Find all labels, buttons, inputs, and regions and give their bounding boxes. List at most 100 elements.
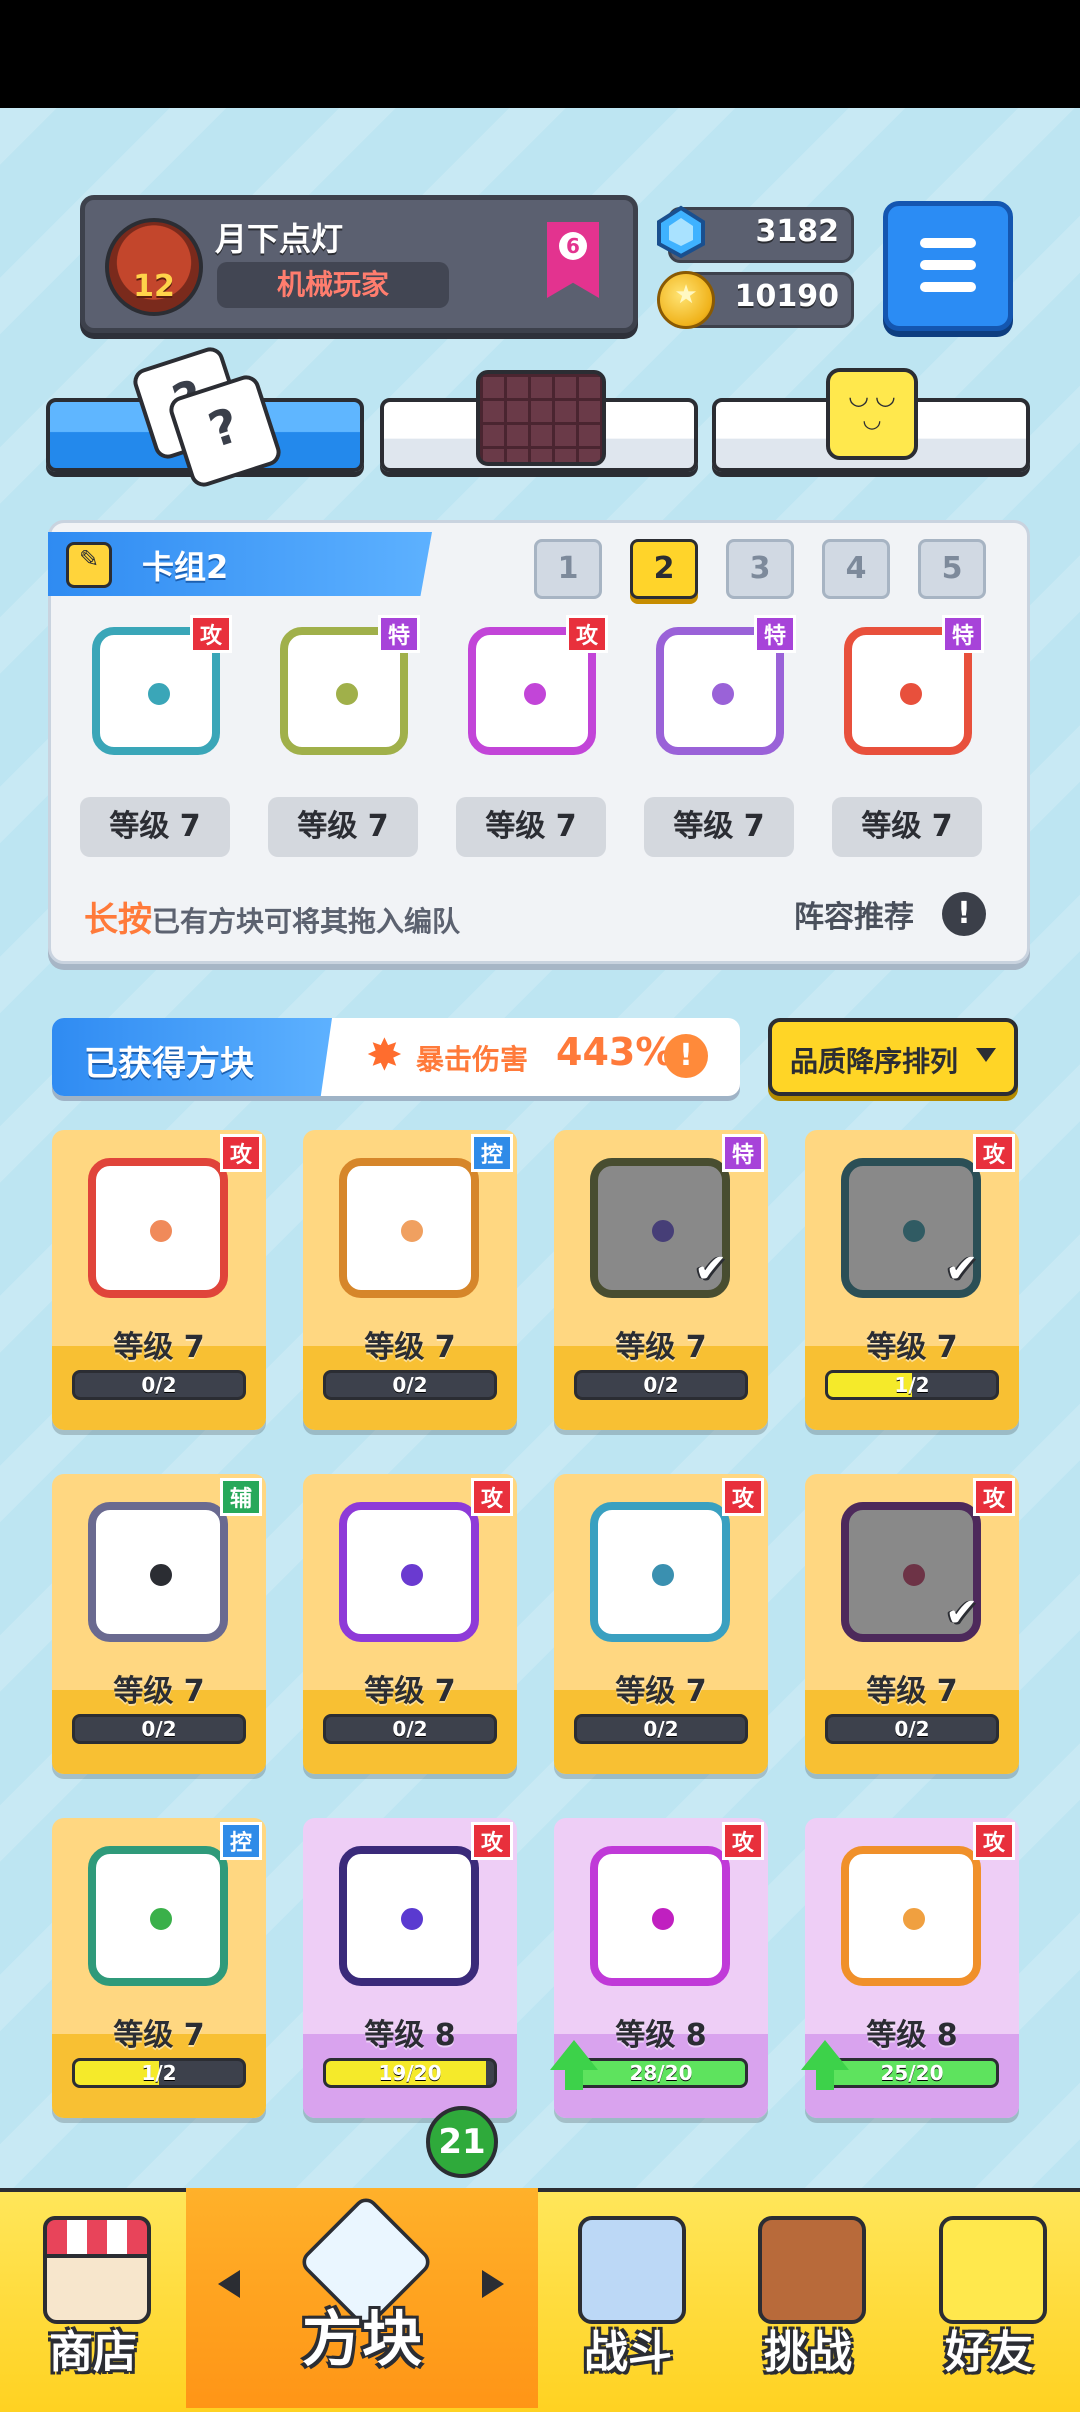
upgrade-progress-bar: 1/2 (72, 2058, 246, 2088)
hamburger-menu-icon (920, 238, 976, 248)
obtained-title: 已获得方块 (84, 1044, 254, 1084)
progress-text: 0/2 (392, 1373, 428, 1397)
player-card[interactable]: 12 月下点灯 机械玩家 6 (80, 195, 638, 333)
block-level: 等级 7 (866, 1674, 958, 1709)
hamburger-menu-icon-line (920, 282, 976, 292)
crit-info-icon[interactable]: ! (664, 1034, 708, 1078)
deck-card[interactable]: 攻 (82, 615, 232, 765)
block-pip (709, 680, 737, 708)
nav-battle-label: 战斗 (584, 2327, 672, 2378)
sort-dropdown[interactable]: 品质降序排列 (768, 1018, 1018, 1096)
deck-card[interactable]: 攻 (458, 615, 608, 765)
menu-button[interactable] (883, 201, 1013, 331)
nav-shop[interactable]: 商店 (0, 2188, 186, 2408)
deck-card[interactable]: 特 (270, 615, 420, 765)
lineup-recommend-link[interactable]: 阵容推荐 (794, 892, 914, 936)
nav-friends-label: 好友 (945, 2327, 1033, 2378)
progress-text: 0/2 (392, 1717, 428, 1741)
nav-shop-label: 商店 (49, 2327, 137, 2378)
block-card[interactable]: 控等级 7 0/2 (303, 1130, 517, 1430)
progress-text: 19/20 (378, 2061, 442, 2085)
block-frame (841, 1846, 981, 1986)
status-bar (0, 0, 1080, 108)
progress-text: 0/2 (643, 1373, 679, 1397)
block-card[interactable]: 辅等级 7 0/2 (52, 1474, 266, 1774)
nav-blocks[interactable]: 方块 (186, 2188, 538, 2408)
nav-battle[interactable]: 战斗 (538, 2188, 718, 2408)
nav-blocks-label: 方块 (302, 2305, 422, 2375)
blocks-count-badge: 21 (426, 2106, 498, 2178)
block-pip (147, 1561, 175, 1589)
rank-number: 6 (559, 232, 587, 260)
hamburger-menu-icon-line (920, 260, 976, 270)
obtained-title-bar: 已获得方块 (52, 1018, 332, 1096)
deck-tab-3[interactable]: 3 (726, 539, 794, 599)
chevron-down-icon (976, 1048, 996, 1062)
next-arrow-icon[interactable] (482, 2270, 504, 2298)
block-card[interactable]: 攻等级 7 0/2 ✔ (805, 1474, 1019, 1774)
deck-card[interactable]: 特 (834, 615, 984, 765)
deck-tab-5[interactable]: 5 (918, 539, 986, 599)
nav-friends[interactable]: 好友 (898, 2188, 1080, 2408)
block-card[interactable]: 特等级 7 0/2 ✔ (554, 1130, 768, 1430)
block-level: 等级 8 (364, 2018, 456, 2053)
upgrade-progress-bar: 0/2 (574, 1370, 748, 1400)
checkmark-icon: ✔ (694, 1246, 728, 1292)
prev-arrow-icon[interactable] (218, 2270, 240, 2298)
block-card[interactable]: 攻等级 8 19/20 (303, 1818, 517, 2118)
upgrade-progress-bar: 0/2 (72, 1370, 246, 1400)
deck-card[interactable]: 特 (646, 615, 796, 765)
friend-character-icon (939, 2216, 1047, 2324)
hint-text: 已有方块可将其拖入编队 (152, 905, 461, 938)
info-icon[interactable]: ! (942, 892, 986, 936)
block-type-tag: 攻 (973, 1822, 1015, 1860)
block-frame (590, 1502, 730, 1642)
block-type-tag: 攻 (471, 1478, 513, 1516)
block-level: 等级 7 (615, 1330, 707, 1365)
block-type-tag: 攻 (722, 1478, 764, 1516)
gem-counter[interactable]: 3182 (657, 205, 854, 263)
progress-text: 0/2 (141, 1717, 177, 1741)
block-type-tag: 攻 (973, 1134, 1015, 1172)
player-name: 月下点灯 (215, 220, 344, 258)
deck-tab-2[interactable]: 2 (630, 539, 698, 599)
block-type-tag: 控 (220, 1822, 262, 1860)
block-card[interactable]: 攻等级 7 1/2 ✔ (805, 1130, 1019, 1430)
block-type-tag: 辅 (220, 1478, 262, 1516)
crit-value: 443% (556, 1030, 674, 1074)
block-level: 等级 7 (113, 1674, 205, 1709)
block-type-tag: 攻 (220, 1134, 262, 1172)
block-card[interactable]: 攻等级 8 28/20 (550, 1818, 768, 2118)
block-card[interactable]: 攻等级 7 0/2 (554, 1474, 768, 1774)
block-type-tag: 攻 (471, 1822, 513, 1860)
up-arrow-icon (550, 2040, 598, 2090)
coin-counter[interactable]: 10190 (657, 271, 854, 329)
shop-awning (43, 2216, 151, 2258)
block-card[interactable]: 攻等级 7 0/2 (303, 1474, 517, 1774)
shield-sword-icon (578, 2216, 686, 2324)
deck-tab-4[interactable]: 4 (822, 539, 890, 599)
deck-title-bar[interactable]: ✎ 卡组2 (48, 532, 432, 596)
block-pip (398, 1561, 426, 1589)
nav-challenge[interactable]: 挑战 (718, 2188, 898, 2408)
block-pip (521, 680, 549, 708)
block-pip (398, 1905, 426, 1933)
deck-card-level: 等级 7 (268, 797, 418, 857)
block-frame (590, 1846, 730, 1986)
block-frame (339, 1846, 479, 1986)
block-type-tag: 特 (722, 1134, 764, 1172)
deck-tab-1[interactable]: 1 (534, 539, 602, 599)
block-pip (147, 1217, 175, 1245)
progress-text: 28/20 (629, 2061, 693, 2085)
block-pip (145, 680, 173, 708)
block-frame (88, 1502, 228, 1642)
pencil-icon[interactable]: ✎ (66, 542, 112, 588)
block-card[interactable]: 攻等级 7 0/2 (52, 1130, 266, 1430)
player-title: 机械玩家 (217, 262, 449, 308)
block-card[interactable]: 攻等级 8 25/20 (801, 1818, 1019, 2118)
smiley-block-icon (826, 368, 918, 460)
upgrade-progress-bar: 0/2 (825, 1714, 999, 1744)
block-level: 等级 7 (364, 1674, 456, 1709)
block-card[interactable]: 控等级 7 1/2 (52, 1818, 266, 2118)
block-type-tag: 攻 (190, 615, 232, 653)
